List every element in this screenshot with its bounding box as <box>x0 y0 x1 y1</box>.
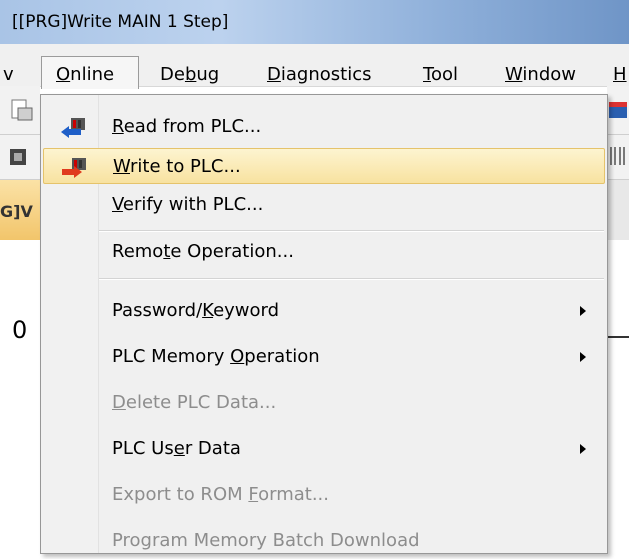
editor-tab-right[interactable] <box>607 180 629 240</box>
menu-diagnostics[interactable]: Diagnostics <box>267 64 371 86</box>
menu-bar: v Online Debug Diagnostics Tool Window H <box>0 44 629 89</box>
read-from-plc-icon <box>61 118 85 138</box>
window-title: [[PRG]Write MAIN 1 Step] <box>12 12 229 32</box>
title-bar: [[PRG]Write MAIN 1 Step] <box>0 0 629 45</box>
menu-item-read-from-plc[interactable]: Read from PLC... <box>43 109 605 145</box>
submenu-arrow-icon <box>580 306 586 316</box>
online-menu-dropdown: Read from PLC... Write to PLC... Verify … <box>40 94 608 554</box>
program-tab[interactable]: G]V <box>0 180 41 240</box>
toolbar-tool-icon[interactable] <box>0 135 40 179</box>
submenu-arrow-icon <box>580 352 586 362</box>
rung-number: 0 <box>12 316 28 344</box>
menu-item-delete-plc-data: Delete PLC Data... <box>112 392 277 413</box>
device-comment-icon[interactable] <box>607 86 629 134</box>
toolbar-left-row-2 <box>0 135 40 180</box>
toolbar-right-row-1 <box>607 86 629 135</box>
menu-tool[interactable]: Tool <box>423 64 458 86</box>
program-tab-label: G]V <box>0 202 33 221</box>
open-file-icon[interactable] <box>0 86 40 134</box>
menu-item-write-to-plc[interactable]: Write to PLC... <box>43 148 605 184</box>
submenu-arrow-icon <box>580 444 586 454</box>
menu-debug[interactable]: Debug <box>160 64 219 86</box>
menu-help[interactable]: H <box>613 64 627 86</box>
write-to-plc-icon <box>62 158 86 178</box>
menu-separator <box>99 230 604 232</box>
menu-online[interactable]: Online <box>56 64 114 86</box>
menu-item-program-memory-batch-download: Program Memory Batch Download <box>112 530 420 551</box>
menu-item-remote-operation[interactable]: Remote Operation... <box>43 234 605 270</box>
menu-separator <box>99 278 604 280</box>
menu-window[interactable]: Window <box>505 64 576 86</box>
toolbar-left-row-1 <box>0 86 40 135</box>
menu-item-export-to-rom-format: Export to ROM Format... <box>112 484 329 505</box>
menu-view[interactable]: v <box>3 64 14 86</box>
ladder-symbol-icon[interactable] <box>607 135 629 179</box>
menu-item-plc-memory-operation[interactable]: PLC Memory Operation <box>43 339 605 375</box>
toolbar-right-row-2 <box>607 135 629 180</box>
menu-item-password-keyword[interactable]: Password/Keyword <box>43 293 605 329</box>
menu-item-plc-user-data[interactable]: PLC User Data <box>43 431 605 467</box>
menu-item-verify-with-plc[interactable]: Verify with PLC... <box>43 187 605 223</box>
ladder-rail-line <box>607 336 629 338</box>
